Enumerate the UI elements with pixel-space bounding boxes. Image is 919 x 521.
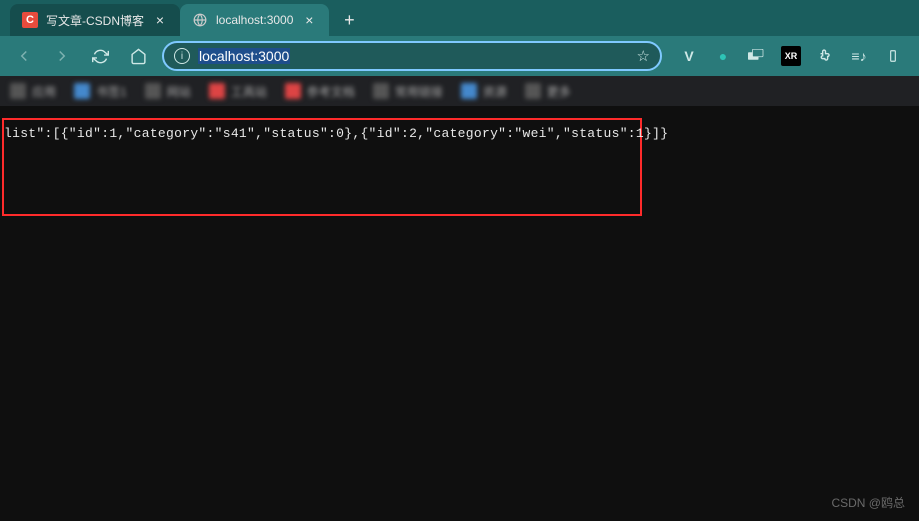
globe-favicon-icon	[192, 12, 208, 28]
media-control-icon[interactable]: ≡♪	[849, 46, 869, 66]
bookmark-item[interactable]: 更多	[525, 83, 571, 100]
page-content: list":[{"id":1,"category":"s41","status"…	[0, 106, 919, 521]
extension-v-icon[interactable]: V	[679, 46, 699, 66]
csdn-favicon-icon: C	[22, 12, 38, 28]
extension-cards-icon[interactable]	[747, 46, 767, 66]
bookmark-item[interactable]: 网站	[145, 83, 191, 100]
back-button[interactable]	[10, 42, 38, 70]
address-bar[interactable]: i localhost:3000 ☆	[162, 41, 662, 71]
extension-dot-icon[interactable]: ●	[713, 46, 733, 66]
bookmark-item[interactable]: 常用链接	[373, 83, 443, 100]
reload-button[interactable]	[86, 42, 114, 70]
bookmark-item[interactable]: 参考文档	[285, 83, 355, 100]
close-tab-icon[interactable]: ×	[152, 12, 168, 28]
bookmark-item[interactable]: 书签1	[74, 83, 127, 100]
site-info-icon[interactable]: i	[174, 48, 190, 64]
tab-localhost[interactable]: localhost:3000 ×	[180, 4, 329, 36]
extensions-puzzle-icon[interactable]	[815, 46, 835, 66]
bookmark-item[interactable]: 应用	[10, 83, 56, 100]
url-text: localhost:3000	[198, 48, 629, 64]
extension-xr-icon[interactable]: XR	[781, 46, 801, 66]
new-tab-button[interactable]: +	[335, 6, 363, 34]
close-tab-icon[interactable]: ×	[301, 12, 317, 28]
bookmark-item[interactable]: 工具站	[209, 83, 267, 100]
csdn-watermark: CSDN @鸥总	[831, 494, 905, 511]
tab-title: localhost:3000	[216, 13, 293, 27]
response-body-text: list":[{"id":1,"category":"s41","status"…	[4, 126, 668, 141]
bookmark-item[interactable]: 资源	[461, 83, 507, 100]
bookmarks-bar: 应用 书签1 网站 工具站 参考文档 常用链接 资源 更多	[0, 76, 919, 106]
forward-button[interactable]	[48, 42, 76, 70]
menu-kebab-icon[interactable]	[883, 46, 903, 66]
extensions-area: V ● XR ≡♪	[679, 46, 909, 66]
tab-csdn[interactable]: C 写文章-CSDN博客 ×	[10, 4, 180, 36]
home-button[interactable]	[124, 42, 152, 70]
bookmark-star-icon[interactable]: ☆	[637, 47, 650, 65]
tab-strip: C 写文章-CSDN博客 × localhost:3000 × +	[0, 0, 919, 36]
tab-title: 写文章-CSDN博客	[46, 12, 144, 29]
browser-toolbar: i localhost:3000 ☆ V ● XR ≡♪	[0, 36, 919, 76]
